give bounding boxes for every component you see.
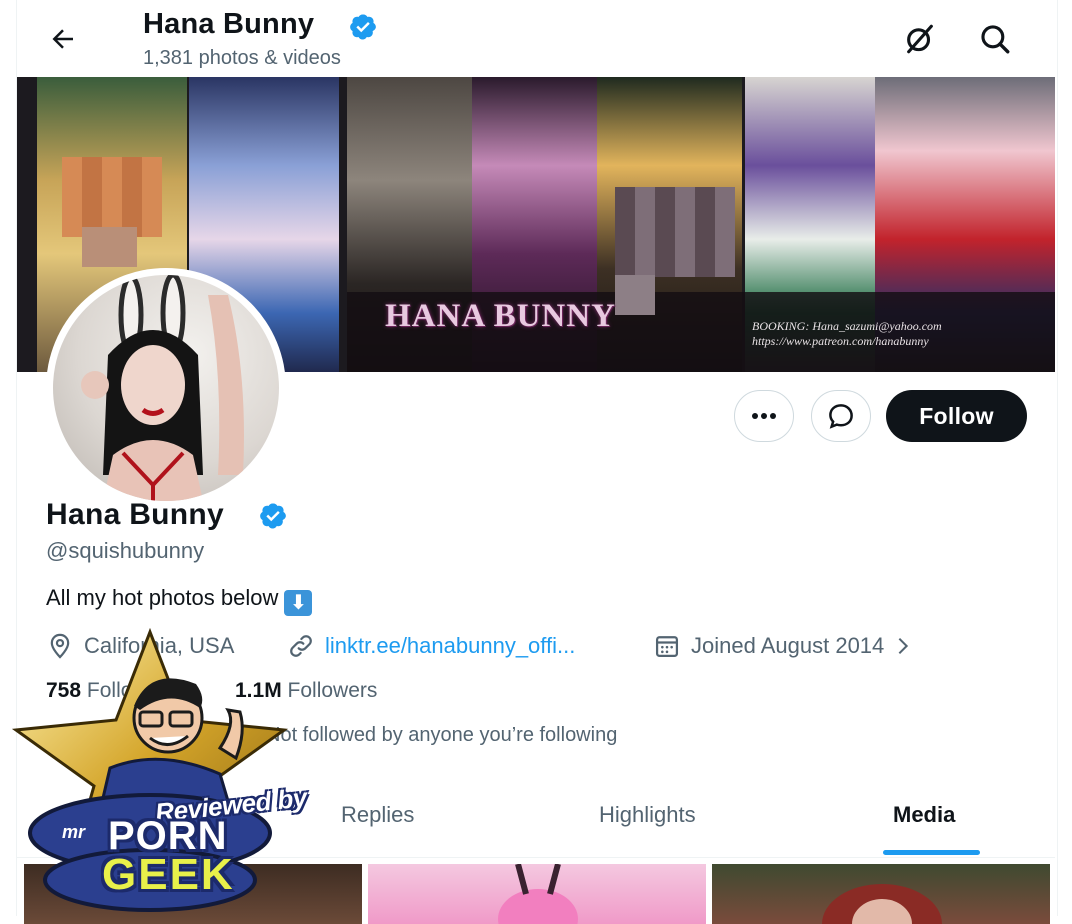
banner-censor-block <box>615 187 735 277</box>
message-icon <box>829 404 853 429</box>
banner-censor-block <box>82 227 137 267</box>
profile-bio: All my hot photos below ⬇ <box>46 585 313 616</box>
watermark-mr: mr <box>62 822 86 842</box>
media-thumbnail[interactable] <box>712 864 1050 924</box>
verified-badge-icon <box>260 503 286 529</box>
banner-booking-email: BOOKING: Hana_sazumi@yahoo.com <box>752 319 942 333</box>
website-link[interactable]: linktr.ee/hanabunny_offi... <box>325 633 575 659</box>
header-display-name: Hana Bunny <box>143 8 315 40</box>
tab-highlights[interactable]: Highlights <box>599 802 696 828</box>
avatar-photo <box>53 275 279 501</box>
avatar[interactable] <box>46 268 286 508</box>
joined-text: Joined August 2014 <box>691 633 885 658</box>
follow-button[interactable]: Follow <box>886 390 1027 442</box>
avatar-illustration <box>81 275 244 501</box>
followers-label: Followers <box>287 679 378 702</box>
down-arrow-emoji-icon: ⬇ <box>284 590 313 616</box>
more-button[interactable] <box>734 390 794 442</box>
tab-media[interactable]: Media <box>893 802 955 828</box>
chevron-right-icon[interactable] <box>892 635 914 657</box>
thumbnail-figure <box>498 864 578 924</box>
profile-name: Hana Bunny <box>46 498 225 531</box>
banner-censor-block <box>62 157 162 237</box>
thumbnail-figure <box>822 884 942 924</box>
more-dots-icon <box>752 413 776 419</box>
joined-item[interactable]: Joined August 2014 <box>653 632 914 660</box>
banner-censor-block <box>615 275 655 315</box>
calendar-icon <box>655 636 679 658</box>
watermark-geek: GEEK <box>102 850 235 899</box>
media-thumbnail[interactable] <box>368 864 706 924</box>
message-button[interactable] <box>811 390 871 442</box>
media-count: 1,381 photos & videos <box>143 47 341 69</box>
active-tab-indicator <box>883 850 980 855</box>
tab-replies[interactable]: Replies <box>341 802 414 828</box>
banner-booking-patreon: https://www.patreon.com/hanabunny <box>752 334 929 348</box>
banner-booking-info: BOOKING: Hana_sazumi@yahoo.com https://w… <box>752 319 942 349</box>
banner-title: HANA BUNNY <box>385 298 616 334</box>
back-arrow-icon[interactable] <box>48 24 78 54</box>
verified-badge-icon <box>350 14 376 40</box>
profile-handle: @squishubunny <box>46 538 205 563</box>
grok-icon[interactable] <box>903 22 937 56</box>
search-icon[interactable] <box>978 22 1012 56</box>
website-item[interactable]: linktr.ee/hanabunny_offi... <box>287 632 575 660</box>
bio-text: All my hot photos below <box>46 585 279 610</box>
followed-by-note[interactable]: Not followed by anyone you’re following <box>266 724 617 747</box>
